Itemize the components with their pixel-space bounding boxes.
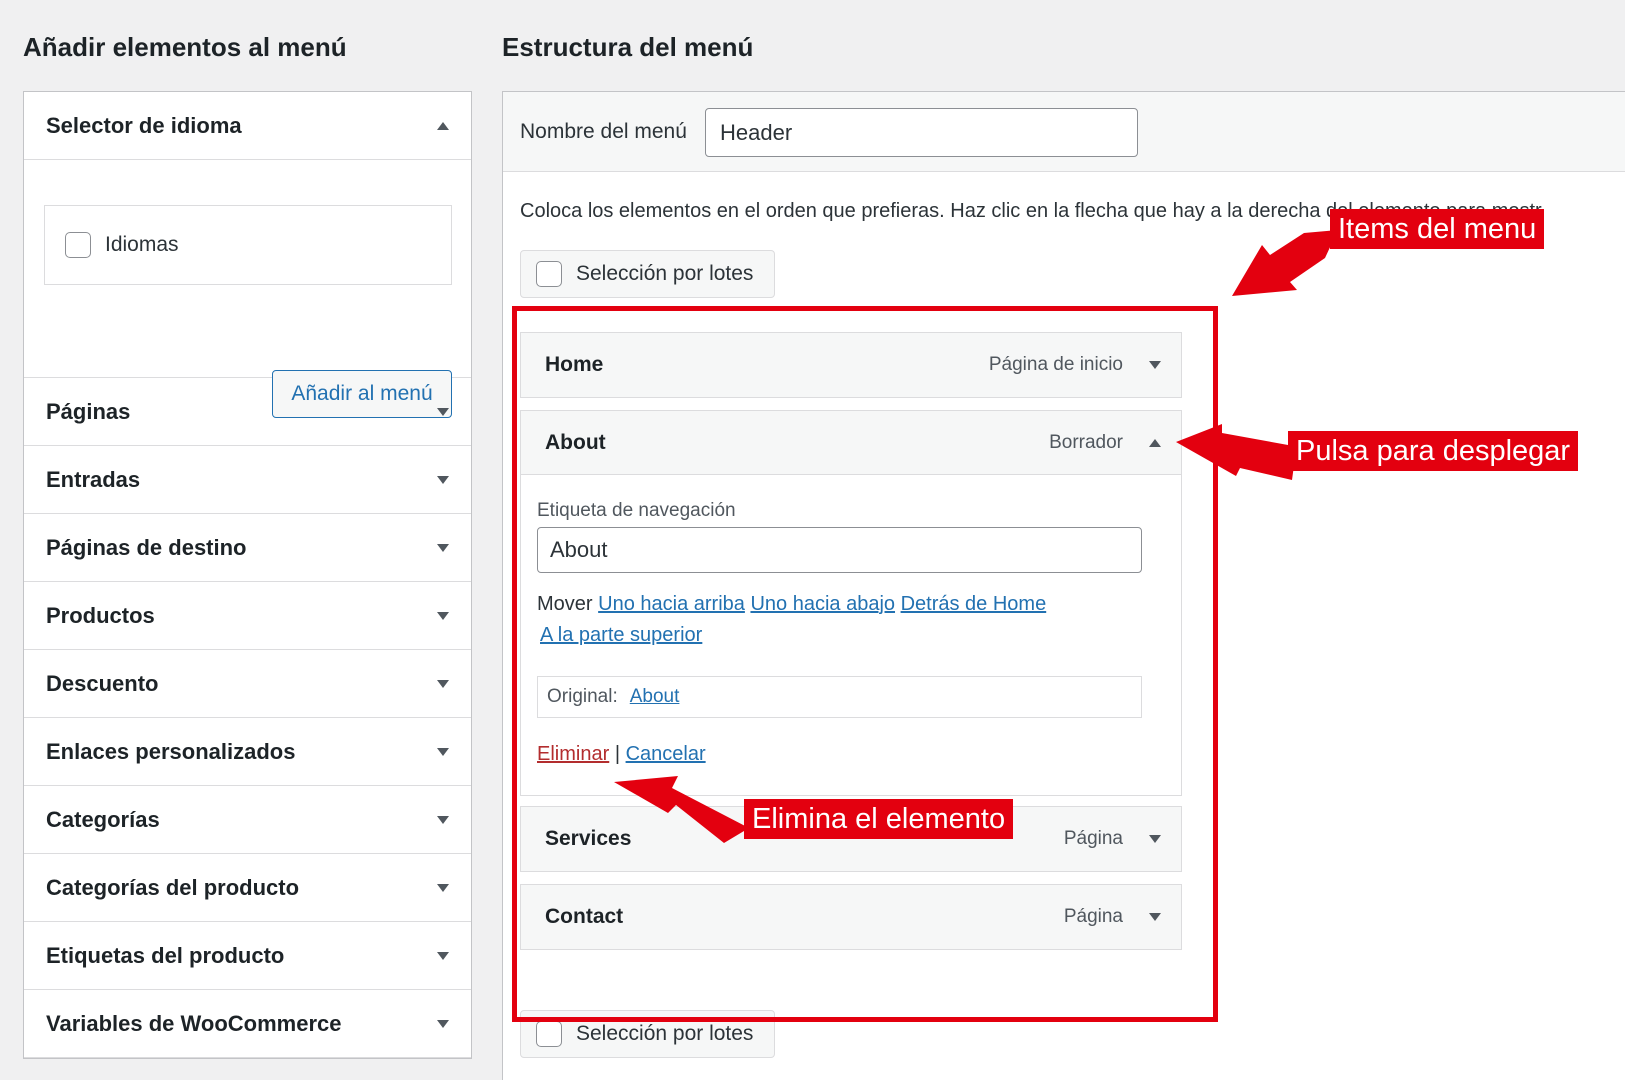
chevron-down-icon (437, 475, 449, 484)
accordion-pages[interactable]: Páginas (24, 378, 471, 446)
chevron-down-icon (437, 883, 449, 892)
accordion-products[interactable]: Productos (24, 582, 471, 650)
accordion-label: Selector de idioma (46, 112, 242, 138)
bulk-select-checkbox[interactable] (536, 1021, 562, 1047)
bulk-select-checkbox[interactable] (536, 261, 562, 287)
menu-items-highlight-box (512, 306, 1218, 1022)
menu-name-input[interactable]: Header (705, 108, 1138, 157)
accordion-woocommerce-variables[interactable]: Variables de WooCommerce (24, 990, 471, 1058)
language-selector-body: Idiomas Añadir al menú (24, 160, 471, 418)
accordion-label: Categorías del producto (46, 874, 300, 900)
languages-checkbox-label: Idiomas (105, 233, 179, 256)
accordion-product-tags[interactable]: Etiquetas del producto (24, 922, 471, 990)
annotation-items-label: Items del menu (1330, 209, 1545, 249)
chevron-down-icon (437, 1019, 449, 1028)
accordion-posts[interactable]: Entradas (24, 446, 471, 514)
chevron-down-icon (437, 611, 449, 620)
chevron-down-icon (437, 815, 449, 824)
bulk-select-label: Selección por lotes (576, 262, 754, 285)
menu-name-row: Nombre del menú Header (503, 92, 1625, 172)
accordion-discount[interactable]: Descuento (24, 650, 471, 718)
accordion-language-selector[interactable]: Selector de idioma (24, 92, 471, 160)
accordion-custom-links[interactable]: Enlaces personalizados (24, 718, 471, 786)
chevron-down-icon (437, 543, 449, 552)
add-items-title: Añadir elementos al menú (23, 32, 347, 62)
chevron-down-icon (437, 407, 449, 416)
accordion-label: Entradas (46, 466, 141, 492)
accordion-label: Etiquetas del producto (46, 942, 285, 968)
accordion-categories[interactable]: Categorías (24, 786, 471, 854)
chevron-down-icon (437, 747, 449, 756)
chevron-down-icon (437, 679, 449, 688)
accordion-label: Enlaces personalizados (46, 738, 296, 764)
bulk-select-top[interactable]: Selección por lotes (520, 250, 775, 298)
accordion-label: Descuento (46, 670, 159, 696)
accordion-label: Variables de WooCommerce (46, 1010, 342, 1036)
accordion-label: Productos (46, 602, 155, 628)
accordion-landing-pages[interactable]: Páginas de destino (24, 514, 471, 582)
add-items-panel: Selector de idioma Idiomas Añadir al men… (23, 91, 472, 1059)
accordion-label: Páginas (46, 398, 131, 424)
accordion-label: Páginas de destino (46, 534, 247, 560)
languages-checkbox[interactable] (65, 232, 91, 258)
annotation-expand-label: Pulsa para desplegar (1288, 431, 1579, 471)
chevron-up-icon (437, 121, 449, 130)
menu-name-label: Nombre del menú (520, 120, 687, 143)
bulk-select-label: Selección por lotes (576, 1022, 754, 1045)
menu-structure-title: Estructura del menú (502, 32, 754, 62)
annotation-delete-label: Elimina el elemento (744, 799, 1014, 839)
language-list: Idiomas (44, 205, 452, 285)
chevron-down-icon (437, 951, 449, 960)
accordion-label: Categorías (46, 806, 160, 832)
accordion-product-categories[interactable]: Categorías del producto (24, 854, 471, 922)
